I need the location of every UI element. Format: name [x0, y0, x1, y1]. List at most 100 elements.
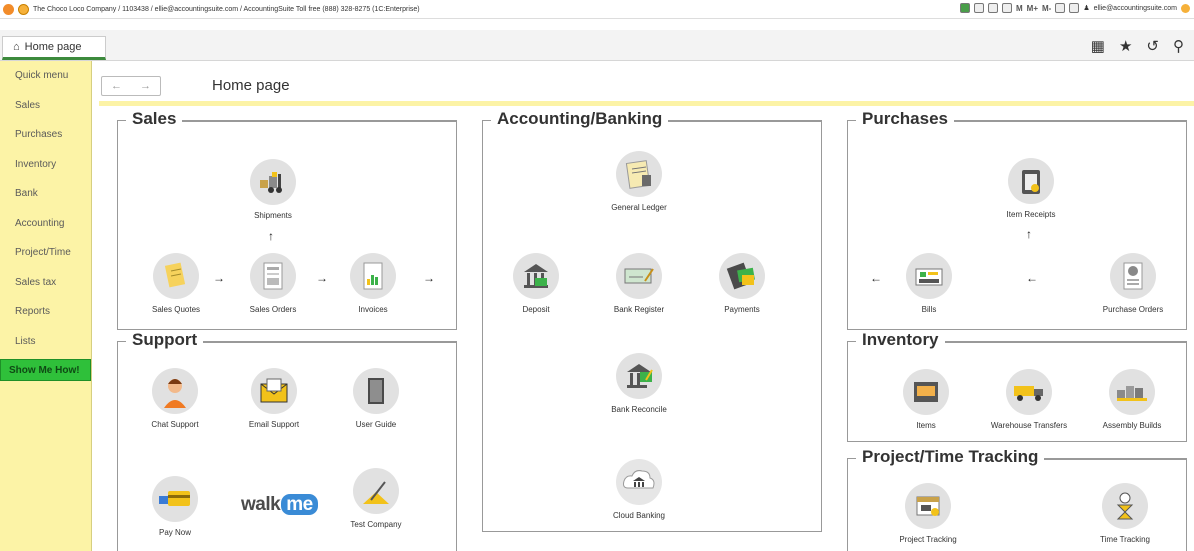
window-title: The Choco Loco Company / 1103438 / ellie…: [33, 5, 420, 13]
tab-bar: ⌂ Home page ▦ ★ ↺ ⚲: [0, 30, 1194, 61]
panel-title-rule: [668, 121, 821, 122]
sidebar-item-quick-menu[interactable]: Quick menu: [0, 61, 91, 91]
panel-title-rule: [945, 342, 1186, 343]
print-icon[interactable]: [974, 3, 984, 13]
support-panel: Support Chat Support Email Support User …: [117, 330, 457, 551]
credit-card-icon: [159, 491, 190, 506]
cloud-bank-icon: [623, 470, 655, 489]
items-button[interactable]: Items: [881, 369, 971, 431]
project-tracking-button[interactable]: Project Tracking: [883, 483, 973, 545]
header-divider: [99, 101, 1194, 106]
deposit-button[interactable]: Deposit: [491, 253, 581, 315]
accounting-banking-panel: Accounting/Banking General Ledger Deposi…: [482, 109, 822, 532]
check-register-icon: [624, 268, 654, 284]
window-icon[interactable]: [1069, 3, 1080, 13]
item-receipts-button[interactable]: Item Receipts: [986, 158, 1076, 220]
sidebar-item-purchases[interactable]: Purchases: [0, 120, 91, 150]
cloud-banking-button[interactable]: Cloud Banking: [594, 459, 684, 521]
sales-orders-button[interactable]: Sales Orders: [228, 253, 318, 315]
assembly-builds-button[interactable]: Assembly Builds: [1087, 369, 1177, 431]
project-time-tracking-title: Project/Time Tracking: [856, 447, 1045, 467]
invoice-icon: [363, 262, 383, 290]
sidebar-item-sales[interactable]: Sales: [0, 91, 91, 121]
user-guide-button[interactable]: User Guide: [331, 368, 421, 430]
arrow-right-icon: →: [213, 271, 225, 285]
menu-circle-icon[interactable]: [18, 3, 29, 15]
shipments-button[interactable]: Shipments: [228, 159, 318, 221]
sidebar-item-sales-tax[interactable]: Sales tax: [0, 268, 91, 298]
email-support-button[interactable]: Email Support: [229, 368, 319, 430]
payments-button[interactable]: Payments: [697, 253, 787, 315]
sidebar-item-reports[interactable]: Reports: [0, 297, 91, 327]
shelf-items-icon: [914, 382, 938, 402]
sidebar-item-project-time[interactable]: Project/Time: [0, 238, 91, 268]
info-icon[interactable]: [1181, 3, 1190, 13]
zoom-icon[interactable]: [1055, 3, 1066, 13]
forklift-icon: [260, 172, 282, 193]
test-company-button[interactable]: Test Company: [331, 468, 421, 530]
favorites-star-icon[interactable]: ★: [1119, 37, 1132, 55]
calculator-icon[interactable]: [1002, 3, 1012, 13]
search-icon[interactable]: ⚲: [1173, 37, 1184, 55]
purchases-panel: Purchases Item Receipts ↑ ← Bills ← Purc…: [847, 109, 1187, 330]
grid-menu-icon[interactable]: ▦: [1091, 37, 1105, 55]
user-email[interactable]: ellie@accountingsuite.com: [1094, 5, 1177, 12]
bank-reconcile-icon: [627, 364, 653, 388]
ledger-icon: [625, 160, 651, 189]
window-titlebar: The Choco Loco Company / 1103438 / ellie…: [0, 0, 1194, 19]
chat-support-button[interactable]: Chat Support: [130, 368, 220, 430]
page-title: Home page: [212, 77, 290, 94]
book-icon: [368, 378, 384, 404]
memory-minus-button[interactable]: M-: [1042, 4, 1051, 13]
invoices-button[interactable]: Invoices: [328, 253, 418, 315]
bank-register-button[interactable]: Bank Register: [594, 253, 684, 315]
memory-plus-button[interactable]: M+: [1027, 4, 1038, 13]
warehouse-transfers-button[interactable]: Warehouse Transfers: [984, 369, 1074, 431]
pay-now-button[interactable]: Pay Now: [130, 476, 220, 538]
bills-button[interactable]: Bills: [884, 253, 974, 315]
sidebar-item-inventory[interactable]: Inventory: [0, 150, 91, 180]
purchase-orders-button[interactable]: Purchase Orders: [1088, 253, 1178, 315]
walkme-logo[interactable]: walk me: [241, 494, 318, 516]
project-calendar-icon: [916, 496, 940, 516]
tab-home-page[interactable]: ⌂ Home page: [2, 36, 106, 60]
app-logo-icon: [3, 3, 14, 15]
history-icon[interactable]: ↺: [1146, 37, 1159, 55]
general-ledger-button[interactable]: General Ledger: [594, 151, 684, 213]
arrow-right-icon: →: [423, 271, 435, 285]
sidebar-item-bank[interactable]: Bank: [0, 179, 91, 209]
assembly-boxes-icon: [1117, 386, 1147, 401]
arrow-up-icon: ↑: [268, 229, 274, 243]
truck-icon: [1014, 386, 1043, 401]
sales-panel: Sales Shipments ↑ Sales Quotes → Sales O…: [117, 109, 457, 330]
sidebar-item-lists[interactable]: Lists: [0, 327, 91, 357]
hourglass-icon: [1116, 492, 1134, 520]
bank-reconcile-button[interactable]: Bank Reconcile: [594, 353, 684, 415]
quote-doc-icon: [164, 262, 186, 288]
sales-title: Sales: [126, 109, 183, 129]
bank-building-icon: [524, 264, 548, 288]
accounting-banking-title: Accounting/Banking: [491, 109, 669, 129]
user-icon: ♟: [1083, 5, 1090, 12]
memory-button[interactable]: M: [1016, 4, 1023, 13]
calendar-icon[interactable]: [988, 3, 998, 13]
show-me-how-button[interactable]: Show Me How!: [0, 359, 91, 381]
inventory-title: Inventory: [856, 330, 945, 350]
sandbox-shovel-icon: [363, 481, 389, 504]
arrow-right-icon: →: [316, 271, 328, 285]
sidebar-item-accounting[interactable]: Accounting: [0, 209, 91, 239]
support-title: Support: [126, 330, 204, 350]
sales-quotes-button[interactable]: Sales Quotes: [131, 253, 221, 315]
sidebar: Quick menu Sales Purchases Inventory Ban…: [0, 61, 92, 551]
project-time-tracking-panel: Project/Time Tracking Project Tracking T…: [847, 447, 1187, 551]
upload-icon[interactable]: [960, 3, 970, 13]
forward-arrow-icon[interactable]: →: [140, 80, 151, 92]
arrow-left-icon: ←: [870, 271, 882, 285]
envelope-icon: [260, 378, 288, 403]
tab-label: Home page: [24, 41, 82, 53]
chat-support-agent-icon: [164, 379, 186, 408]
back-arrow-icon[interactable]: ←: [111, 80, 122, 92]
time-tracking-button[interactable]: Time Tracking: [1080, 483, 1170, 545]
panel-title-rule: [182, 121, 456, 122]
purchase-order-doc-icon: [1123, 262, 1143, 290]
